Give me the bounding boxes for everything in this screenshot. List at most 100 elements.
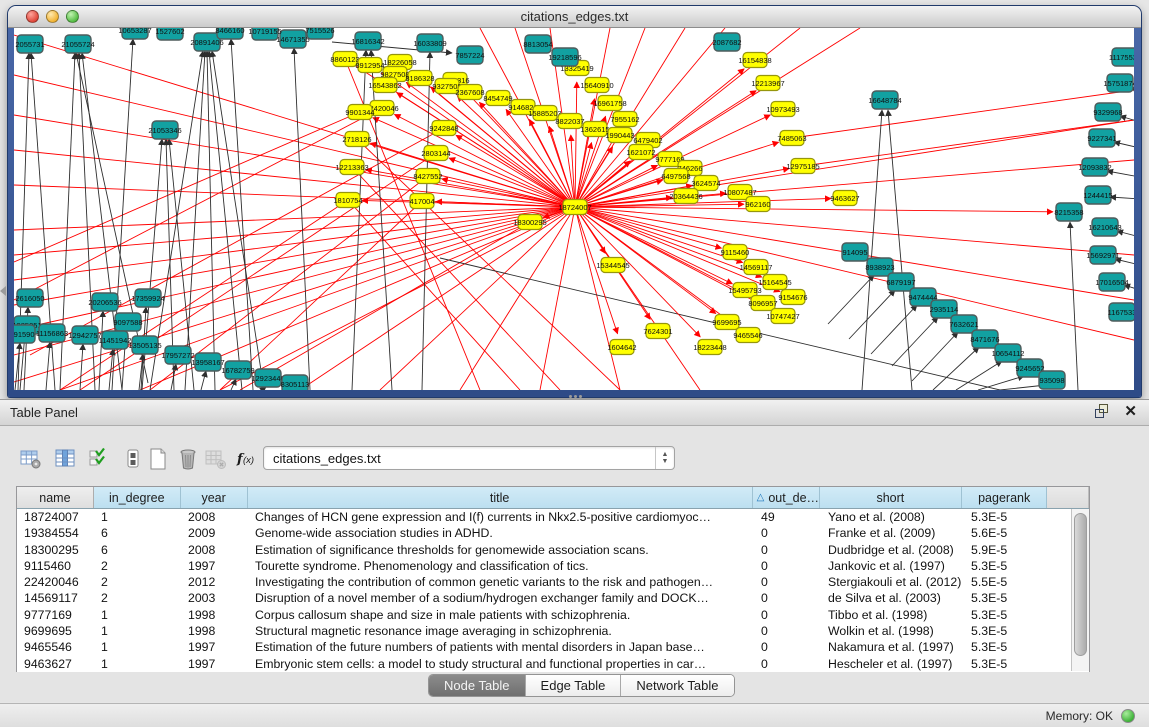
graph-edge[interactable] [15,343,20,390]
graph-node[interactable]: 9242848 [429,121,458,136]
graph-node[interactable]: 7485063 [777,131,806,146]
graph-node[interactable]: 10719155 [248,28,281,40]
table-row[interactable]: 1830029562008Estimation of significance … [17,542,1089,558]
graph-edge[interactable] [849,290,895,339]
graph-node[interactable]: 15885203 [528,106,561,121]
graph-edge[interactable] [231,39,253,390]
graph-edge[interactable] [80,344,83,390]
graph-node[interactable]: 9227341 [1087,129,1116,147]
table-row[interactable]: 2242004622012Investigating the contribut… [17,574,1089,590]
graph-node[interactable]: 16154838 [738,53,771,68]
graph-node[interactable]: 15344545 [596,258,629,273]
graph-node[interactable]: 2087682 [712,33,741,51]
graph-node[interactable]: 7624301 [643,324,672,339]
graph-edge[interactable] [956,361,1002,390]
collapsed-panel-arrow-icon[interactable] [0,286,6,296]
graph-edge[interactable] [46,342,50,390]
graph-node[interactable]: 11451942 [99,331,132,349]
graph-node[interactable]: 16782759 [221,361,254,379]
graph-node[interactable]: 9154676 [778,290,807,305]
graph-edge[interactable] [1110,197,1134,199]
graph-edge[interactable] [1115,259,1134,265]
delete-column-icon[interactable] [174,445,202,473]
graph-node[interactable]: 13505135 [128,336,161,354]
graph-node[interactable]: 14569117 [740,260,773,275]
graph-edge[interactable] [529,119,575,207]
graph-node[interactable]: 12923446 [251,369,284,387]
graph-node[interactable]: 10653287 [118,28,151,39]
graph-node[interactable]: 1527602 [155,28,184,40]
graph-node[interactable]: 18300295 [513,215,546,230]
graph-node[interactable]: 9097588 [113,313,142,331]
graph-node[interactable]: 1244415 [1083,186,1112,204]
column-header-in_degree[interactable]: in_degree [94,487,181,508]
graph-node[interactable]: 18223448 [693,340,726,355]
graph-node[interactable]: 8822037 [555,114,584,129]
graph-node[interactable]: 13958167 [191,353,224,371]
graph-node[interactable]: 8860123 [330,52,359,67]
graph-node[interactable]: 391590 [14,325,35,343]
minimize-window-icon[interactable] [46,10,59,23]
graph-node[interactable]: 16210643 [1088,218,1121,236]
function-builder-icon[interactable]: f(x) [234,445,262,473]
graph-node[interactable]: 2718126 [342,132,371,147]
vertical-scrollbar[interactable] [1071,509,1089,671]
graph-edge[interactable] [575,82,577,207]
graph-edge[interactable] [1070,222,1078,390]
graph-edge[interactable] [240,222,530,390]
graph-edge[interactable] [352,50,366,390]
graph-node[interactable]: 2055731 [15,35,44,53]
graph-node[interactable]: 17957272 [161,346,194,364]
graph-edge[interactable] [422,52,430,390]
node-table-tab[interactable]: Node Table [429,675,526,696]
graph-node[interactable]: 8454749 [483,91,512,106]
graph-node[interactable]: 1167533 [1108,303,1134,321]
graph-node[interactable]: 15164545 [758,275,791,290]
table-row[interactable]: 1456911722003Disruption of a novel membe… [17,590,1089,606]
graph-node[interactable]: 417004 [409,194,434,209]
graph-edge[interactable] [231,379,236,390]
graph-node[interactable]: 7515526 [305,28,334,39]
create-column-icon[interactable] [144,445,172,473]
graph-node[interactable]: 11156863 [36,324,68,342]
graph-node[interactable]: 15751874 [1103,74,1134,92]
graph-node[interactable]: 12942757 [68,326,101,344]
graph-node[interactable]: 7955162 [610,112,639,127]
graph-edge[interactable] [449,158,575,207]
table-panel-titlebar[interactable]: Table Panel ✕ [0,399,1149,426]
graph-node[interactable]: 11175538 [1109,48,1134,66]
graph-node[interactable]: 12213967 [751,76,784,91]
graph-node[interactable]: 1621072 [626,145,655,160]
graph-node[interactable]: 10973493 [766,102,799,117]
graph-node[interactable]: 10747427 [766,309,799,324]
graph-edge[interactable] [575,207,780,292]
graph-edge[interactable] [201,371,206,390]
graph-node[interactable]: 21055724 [61,35,94,53]
graph-node[interactable]: 16648784 [868,91,901,109]
graph-node[interactable]: 17359924 [131,289,164,307]
graph-node[interactable]: 16816342 [351,32,384,50]
graph-edge[interactable] [14,150,575,207]
table-row[interactable]: 946362711997Embryonic stem cells: a mode… [17,656,1089,672]
graph-node[interactable]: 12093832 [1078,158,1111,176]
edge-table-tab[interactable]: Edge Table [526,675,622,696]
column-header-title[interactable]: title [248,487,753,508]
graph-node[interactable]: 8427552 [413,169,442,184]
graph-node[interactable]: 9327508 [432,79,461,94]
column-header-name[interactable]: name [17,487,94,508]
graph-edge[interactable] [14,108,382,300]
graph-node[interactable]: 9115460 [721,245,750,260]
graph-node[interactable]: 15640910 [580,78,613,93]
column-header-pagerank[interactable]: pagerank [962,487,1047,508]
graph-node[interactable]: 1604642 [607,340,636,355]
column-header-short[interactable]: short [820,487,963,508]
select-all-icon[interactable] [86,445,114,473]
graph-edge[interactable] [99,311,103,390]
graph-node[interactable]: 2803144 [421,146,450,161]
graph-edge[interactable] [792,90,1134,138]
float-panel-icon[interactable] [1095,404,1110,419]
graph-node[interactable]: 21053346 [148,121,181,139]
graph-edge[interactable] [575,207,700,337]
close-window-icon[interactable] [26,10,39,23]
graph-node[interactable]: 2367608 [455,85,484,100]
